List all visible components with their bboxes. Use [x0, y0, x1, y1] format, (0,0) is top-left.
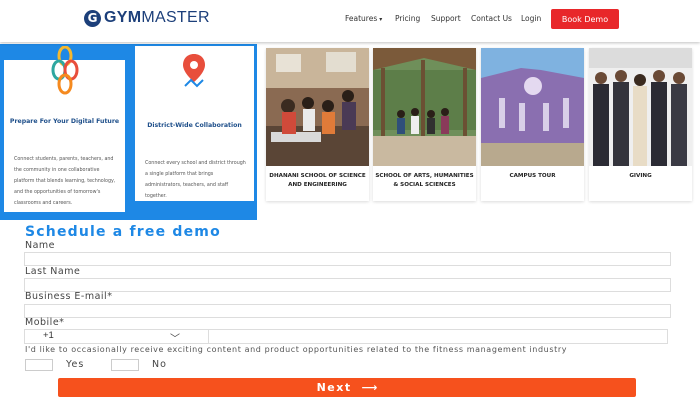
next-button-label: Next	[316, 381, 352, 394]
tile-science-engineering[interactable]: DHANANI SCHOOL OF SCIENCE AND ENGINEERIN…	[266, 48, 369, 201]
consent-no-checkbox[interactable]	[111, 359, 139, 371]
campus-building-photo	[481, 48, 584, 166]
nav-contact-us[interactable]: Contact Us	[471, 14, 512, 23]
feature-card-digital-future: Prepare For Your Digital Future Connect …	[4, 46, 125, 212]
nav-login[interactable]: Login	[521, 14, 541, 23]
donors-group-photo	[589, 48, 692, 166]
card-body: Connect every school and district throug…	[145, 161, 246, 199]
logo-text-bold: GYM	[104, 9, 142, 26]
tile-arts-humanities[interactable]: SCHOOL OF ARTS, HUMANITIES & SOCIAL SCIE…	[373, 48, 476, 201]
lab-students-photo	[266, 48, 369, 166]
next-button[interactable]: Next ⟶	[58, 378, 636, 397]
email-label: Business E-mail*	[25, 291, 113, 302]
country-code-select[interactable]: +1 ﹀	[24, 329, 209, 345]
marketing-consent-text: I'd like to occasionally receive excitin…	[25, 345, 568, 354]
site-header: G GYMMASTER Features ▾ Pricing Support Co…	[0, 0, 700, 42]
consent-yes-label: Yes	[66, 359, 85, 370]
consent-no-label: No	[152, 359, 167, 370]
feature-card-district-collaboration: District-Wide Collaboration Connect ever…	[135, 46, 254, 201]
card-title: Prepare For Your Digital Future	[9, 118, 120, 125]
nav-features[interactable]: Features ▾	[345, 14, 382, 23]
chevron-down-icon: ﹀	[170, 334, 180, 345]
puzzle-chain-icon	[51, 46, 79, 95]
gymmaster-logo[interactable]: G GYMMASTER	[84, 9, 210, 27]
last-name-field[interactable]	[24, 278, 671, 292]
tile-caption: DHANANI SCHOOL OF SCIENCE AND ENGINEERIN…	[269, 173, 366, 188]
card-body: Connect students, parents, teachers, and…	[14, 157, 116, 206]
email-field[interactable]	[24, 304, 671, 318]
form-title: Schedule a free demo	[25, 224, 221, 240]
last-name-label: Last Name	[25, 266, 81, 277]
name-field[interactable]	[24, 252, 671, 266]
name-label: Name	[25, 240, 56, 251]
map-pin-icon	[183, 54, 205, 88]
book-demo-button[interactable]: Book Demo	[551, 9, 619, 29]
tile-caption: GIVING	[629, 173, 652, 179]
consent-yes-checkbox[interactable]	[25, 359, 53, 371]
pavilion-students-photo	[373, 48, 476, 166]
nav-support[interactable]: Support	[431, 14, 461, 23]
tile-campus-tour[interactable]: CAMPUS TOUR	[481, 48, 584, 201]
nav-features-label: Features	[345, 14, 378, 23]
tile-caption: SCHOOL OF ARTS, HUMANITIES & SOCIAL SCIE…	[375, 173, 474, 188]
chevron-down-icon: ▾	[379, 16, 383, 23]
tile-giving[interactable]: GIVING	[589, 48, 692, 201]
nav-pricing[interactable]: Pricing	[395, 14, 420, 23]
card-title: District-Wide Collaboration	[147, 122, 242, 129]
arrow-right-icon: ⟶	[361, 381, 378, 394]
tile-caption: CAMPUS TOUR	[509, 173, 556, 179]
logo-text-rest: MASTER	[141, 9, 210, 26]
country-code-value: +1	[43, 330, 54, 341]
logo-wordmark: GYMMASTER	[104, 9, 210, 27]
mobile-field[interactable]	[208, 329, 668, 344]
mobile-label: Mobile*	[25, 317, 65, 328]
logo-mark-icon: G	[84, 9, 101, 27]
